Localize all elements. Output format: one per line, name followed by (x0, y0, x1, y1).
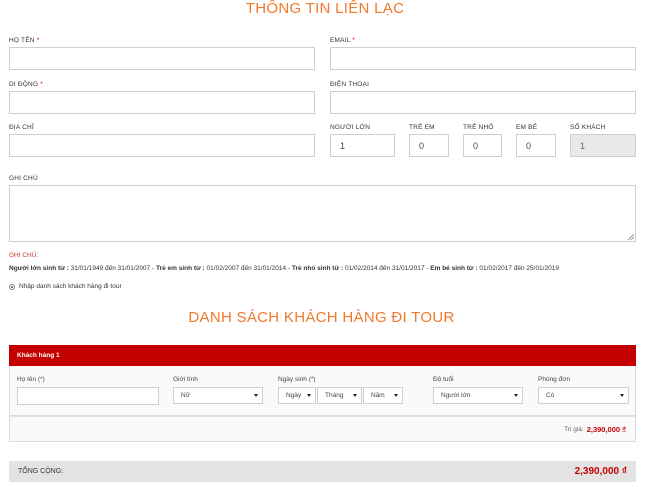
chevron-down-icon (307, 394, 311, 397)
phone-label: ĐIỆN THOẠI (330, 81, 370, 88)
infants-label: EM BÉ (516, 124, 538, 131)
guests-label: SỐ KHÁCH (570, 124, 606, 131)
dob-label: Ngày sinh (*) (278, 376, 316, 383)
notes-label: GHI CHÚ (9, 175, 38, 182)
gender-label: Giới tính (173, 376, 198, 383)
name-input[interactable] (9, 47, 315, 70)
total-value: 2,390,000 ₫ (574, 466, 627, 477)
total-label: TỔNG CỘNG: (18, 468, 64, 475)
gender-select[interactable]: Nữ (173, 387, 263, 404)
note-heading: GHI CHÚ: (9, 252, 39, 259)
month-select[interactable]: Tháng (317, 387, 362, 404)
customers-title: DANH SÁCH KHÁCH HÀNG ĐI TOUR (188, 309, 455, 326)
mobile-label: DI ĐỘNG * (9, 81, 43, 88)
resize-handle-icon[interactable] (628, 234, 634, 240)
price-label: Trị giá: (564, 425, 584, 433)
enter-list-label: Nhập danh sách khách hàng đi tour (19, 283, 122, 290)
day-select[interactable]: Ngày (278, 387, 316, 404)
guests-total: 1 (570, 134, 636, 157)
fullname-label: Họ tên (*) (17, 376, 45, 383)
single-room-select[interactable]: Có (538, 387, 629, 404)
price-value: 2,390,000 ₫ (586, 424, 626, 434)
total-row: TỔNG CỘNG: 2,390,000 ₫ (9, 461, 636, 482)
chevron-down-icon (254, 394, 258, 397)
customer-price-row: Trị giá: 2,390,000 ₫ (9, 416, 636, 442)
chevron-down-icon (620, 394, 624, 397)
radio-icon[interactable] (9, 283, 15, 290)
address-input[interactable] (9, 134, 315, 157)
kids-input[interactable]: 0 (463, 134, 502, 157)
enter-list-option[interactable]: Nhập danh sách khách hàng đi tour (9, 283, 122, 290)
email-label: EMAIL * (330, 37, 356, 44)
fullname-input[interactable] (17, 387, 159, 405)
phone-input[interactable] (330, 91, 636, 114)
customer-header: Khách hàng 1 (9, 345, 636, 366)
infants-input[interactable]: 0 (516, 134, 556, 157)
email-input[interactable] (330, 47, 636, 70)
chevron-down-icon (394, 394, 398, 397)
adults-input[interactable]: 1 (330, 134, 395, 157)
address-label: ĐỊA CHỈ (9, 124, 34, 131)
age-ranges-note: Người lớn sinh từ : 31/01/1949 đến 31/01… (9, 265, 559, 272)
chevron-down-icon (353, 394, 357, 397)
age-label: Độ tuổi (433, 376, 454, 383)
children-input[interactable]: 0 (409, 134, 449, 157)
chevron-down-icon (514, 394, 518, 397)
single-room-label: Phòng đơn (538, 376, 571, 383)
notes-textarea[interactable] (9, 185, 636, 242)
contact-title: THÔNG TIN LIÊN LẠC (245, 0, 405, 17)
adults-label: NGƯỜI LỚN (330, 124, 371, 131)
children-label: TRẺ EM (409, 124, 435, 131)
name-label: HỌ TÊN * (9, 37, 40, 44)
mobile-input[interactable] (9, 91, 315, 114)
age-select[interactable]: Người lớn (433, 387, 523, 404)
year-select[interactable]: Năm (363, 387, 403, 404)
kids-label: TRẺ NHỎ (463, 124, 494, 131)
